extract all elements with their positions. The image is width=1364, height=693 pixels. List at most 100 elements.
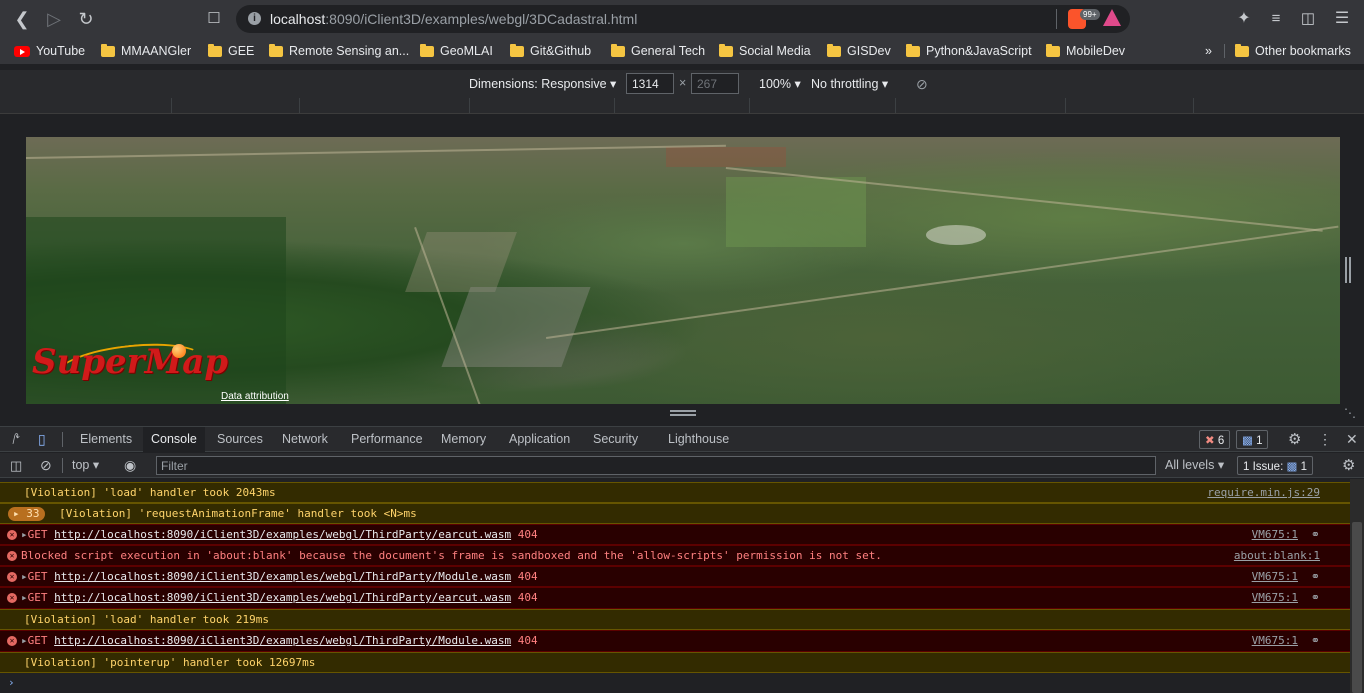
bookmark-folder[interactable]: GEE (208, 42, 254, 60)
menu-icon[interactable]: ☰ (1330, 7, 1354, 31)
media-query-bar[interactable] (0, 98, 1364, 114)
tab-performance[interactable]: Performance (343, 427, 431, 452)
console-prompt[interactable]: › (0, 674, 1350, 692)
wallet-icon[interactable]: ◫ (1296, 7, 1320, 31)
console-message[interactable]: [Violation] 'pointerup' handler took 126… (0, 652, 1350, 673)
console-message[interactable]: ✕ ▸GET http://localhost:8090/iClient3D/ex… (0, 524, 1350, 545)
ruler-segment[interactable] (615, 98, 750, 113)
bookmark-folder[interactable]: MobileDev (1046, 42, 1125, 60)
bookmark-folder[interactable]: Social Media (719, 42, 811, 60)
tab-network[interactable]: Network (274, 427, 336, 452)
message-source[interactable]: VM675:1 (1252, 588, 1298, 608)
forward-icon[interactable]: ▷ (42, 7, 66, 31)
extensions-icon[interactable]: ✦ (1232, 7, 1256, 31)
console-message[interactable]: ✕ ▸GET http://localhost:8090/iClient3D/ex… (0, 566, 1350, 587)
expand-arrow-icon[interactable]: ▸ (21, 634, 28, 647)
close-devtools-icon[interactable]: ✕ (1338, 427, 1364, 452)
ruler-segment[interactable] (1194, 98, 1364, 113)
data-attribution-link[interactable]: Data attribution (221, 391, 289, 402)
network-icon[interactable]: ⚭ (1311, 588, 1320, 608)
zoom-select[interactable]: 100% ▾ (759, 76, 801, 91)
info-icon[interactable]: i (248, 12, 261, 25)
context-select[interactable]: top ▾ (64, 453, 107, 478)
width-input[interactable]: 1314 (626, 73, 674, 94)
brave-rewards-icon[interactable] (1103, 9, 1121, 26)
tab-elements[interactable]: Elements (72, 427, 140, 452)
clear-console-icon[interactable]: ⊘ (32, 453, 60, 478)
resize-corner-icon[interactable]: ⋱ (1344, 406, 1356, 420)
error-count-badge[interactable]: ✖ 6 (1199, 430, 1231, 449)
log-levels-select[interactable]: All levels ▾ (1157, 453, 1232, 478)
console-message[interactable]: [Violation] 'load' handler took 219ms (0, 609, 1350, 630)
other-bookmarks[interactable]: Other bookmarks (1235, 42, 1351, 60)
console-message[interactable]: ✕ ▸GET http://localhost:8090/iClient3D/ex… (0, 630, 1350, 652)
ruler-segment[interactable] (172, 98, 300, 113)
bookmark-folder[interactable]: Remote Sensing an... (269, 42, 409, 60)
console-message[interactable]: ✕ Blocked script execution in 'about:blan… (0, 545, 1350, 566)
bookmarks-overflow[interactable]: » (1205, 42, 1212, 60)
media-icon[interactable]: ≡ (1264, 7, 1288, 31)
more-options-icon[interactable]: ⋮ (1310, 427, 1340, 452)
message-source[interactable]: require.min.js:29 (1207, 483, 1320, 502)
throttle-select[interactable]: No throttling ▾ (811, 76, 888, 91)
network-icon[interactable]: ⚭ (1311, 567, 1320, 586)
ruler-segment[interactable] (1066, 98, 1194, 113)
bookmark-folder[interactable]: GeoMLAI (420, 42, 493, 60)
expand-arrow-icon[interactable]: ▸ (21, 528, 28, 541)
ruler-segment[interactable] (896, 98, 1066, 113)
height-input[interactable]: 267 (691, 73, 739, 94)
expand-arrow-icon[interactable]: ▸ (21, 591, 28, 604)
resize-handle-right[interactable] (1345, 257, 1351, 283)
tab-sources[interactable]: Sources (209, 427, 271, 452)
message-source[interactable]: VM675:1 (1252, 525, 1298, 544)
message-source[interactable]: about:blank:1 (1234, 546, 1320, 565)
reload-icon[interactable]: ↻ (74, 7, 98, 31)
device-toggle-icon[interactable]: ▯ (30, 427, 54, 452)
resize-handle-bottom[interactable] (670, 410, 696, 416)
network-icon[interactable]: ⚭ (1311, 631, 1320, 651)
settings-gear-icon[interactable]: ⚙ (1280, 427, 1309, 452)
dimensions-select[interactable]: Dimensions: Responsive ▾ (469, 76, 616, 91)
expand-arrow-icon[interactable]: ▸ (21, 570, 28, 583)
bookmark-folder[interactable]: GISDev (827, 42, 891, 60)
ruler-segment[interactable] (750, 98, 896, 113)
live-expression-eye-icon[interactable]: ◉ (116, 453, 144, 478)
console-message[interactable]: ▸ 33 [Violation] 'requestAnimationFrame'… (0, 503, 1350, 524)
console-message[interactable]: ✕ ▸GET http://localhost:8090/iClient3D/ex… (0, 587, 1350, 609)
request-url[interactable]: http://localhost:8090/iClient3D/examples… (54, 591, 511, 604)
request-url[interactable]: http://localhost:8090/iClient3D/examples… (54, 528, 511, 541)
message-source[interactable]: VM675:1 (1252, 567, 1298, 586)
tab-lighthouse[interactable]: Lighthouse (660, 427, 737, 452)
network-icon[interactable]: ⚭ (1311, 525, 1320, 544)
bookmark-folder[interactable]: Python&JavaScript (906, 42, 1032, 60)
ruler-segment[interactable] (0, 98, 172, 113)
ruler-segment[interactable] (300, 98, 470, 113)
bookmark-folder[interactable]: General Tech (611, 42, 705, 60)
ruler-segment[interactable] (470, 98, 615, 113)
back-icon[interactable]: ❮ (10, 7, 34, 31)
inspect-icon[interactable]: ⭚ (4, 427, 28, 452)
tab-console[interactable]: Console (143, 427, 205, 452)
bookmark-youtube[interactable]: YouTube (14, 42, 85, 60)
bookmark-icon[interactable]: ☐ (202, 7, 226, 31)
issues-button[interactable]: 1 Issue: ▩ 1 (1237, 456, 1313, 475)
rotate-icon[interactable]: ⊘ (916, 76, 928, 93)
status-code: 404 (517, 528, 538, 541)
filter-input[interactable]: Filter (156, 456, 1156, 475)
tab-application[interactable]: Application (501, 427, 578, 452)
map-viewport[interactable]: SuperMap Data attribution (26, 137, 1340, 404)
message-count-badge[interactable]: ▩ 1 (1236, 430, 1269, 449)
request-url[interactable]: http://localhost:8090/iClient3D/examples… (54, 570, 511, 583)
console-message[interactable]: [Violation] 'load' handler took 2043ms r… (0, 482, 1350, 503)
tab-security[interactable]: Security (585, 427, 646, 452)
bookmark-label: Git&Github (530, 44, 592, 58)
message-source[interactable]: VM675:1 (1252, 631, 1298, 651)
address-bar[interactable]: i localhost:8090/iClient3D/examples/webg… (236, 5, 1130, 33)
console-settings-gear-icon[interactable]: ⚙ (1334, 453, 1363, 478)
request-url[interactable]: http://localhost:8090/iClient3D/examples… (54, 634, 511, 647)
bookmark-folder[interactable]: MMAANGler (101, 42, 191, 60)
console-scrollbar-thumb[interactable] (1352, 522, 1362, 693)
sidebar-toggle-icon[interactable]: ◫ (2, 453, 30, 478)
bookmark-folder[interactable]: Git&Github (510, 42, 591, 60)
tab-memory[interactable]: Memory (433, 427, 494, 452)
